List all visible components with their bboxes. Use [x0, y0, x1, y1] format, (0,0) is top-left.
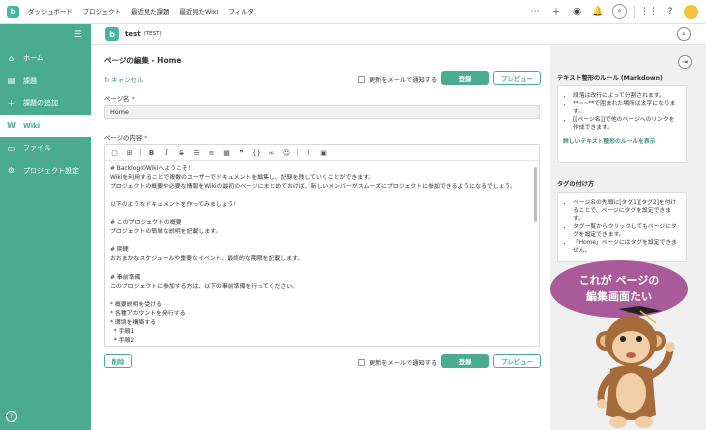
notify-checkbox-bottom[interactable]: 更新をメールで通知する	[358, 358, 437, 367]
checkbox[interactable]	[358, 76, 365, 83]
preview-button[interactable]: プレビュー	[493, 71, 541, 85]
cancel-label: キャンセル	[111, 76, 144, 84]
editor-text[interactable]: # BacklogのWikiへようこそ！ Wikiを利用することで複数のユーザー…	[110, 165, 529, 346]
apps-icon[interactable]: ⋮⋮	[640, 5, 658, 19]
project-name[interactable]: test	[125, 30, 141, 38]
bubble-line: これが ページの	[578, 274, 660, 287]
content-editor[interactable]: ▢ ⊞ B I S ☰ ≡ ▦ ❞ {} ∞ ☺ ⌇ ▣ # BacklogのW…	[104, 144, 540, 347]
numbered-list-icon[interactable]: ≡	[207, 149, 216, 157]
quote-icon[interactable]: ❞	[237, 149, 246, 157]
search-icon[interactable]: ⌕	[677, 27, 691, 41]
tags-item: 「Home」ページにはタグを設定できません。	[573, 239, 680, 255]
gear-icon: ⚙	[7, 166, 16, 176]
nav-dashboard[interactable]: ダッシュボード	[28, 7, 73, 16]
code-icon[interactable]: {}	[252, 149, 261, 157]
nav-filters[interactable]: フィルタ	[228, 7, 253, 16]
sidebar-item-home[interactable]: ⌂ ホーム	[0, 47, 91, 70]
divider	[297, 148, 298, 157]
page-title: ページの編集 - Home	[104, 56, 182, 65]
bullet-list-icon[interactable]: ☰	[192, 149, 201, 157]
template-icon[interactable]: ▢	[110, 149, 119, 157]
more-icon[interactable]: ⋯	[528, 5, 542, 19]
rules-heading: テキスト整形のルール (Markdown)	[557, 75, 663, 82]
collapse-panel-icon[interactable]: ⇥	[678, 55, 692, 69]
search-icon[interactable]: ⌕	[612, 4, 627, 19]
monkey-mascot-image	[596, 306, 675, 428]
main-content: ページの編集 - Home ↻ キャンセル 更新をメールで通知する 登録 プレビ…	[91, 45, 550, 430]
divider	[634, 5, 635, 18]
delete-button[interactable]: 削除	[104, 354, 132, 368]
italic-icon[interactable]: I	[162, 149, 171, 157]
save-button-bottom[interactable]: 登録	[441, 354, 489, 368]
menu-toggle-icon[interactable]: ☰	[74, 30, 82, 40]
project-bar: b test (TEST) ⌕	[91, 24, 706, 45]
code-block-icon[interactable]: ▣	[319, 149, 328, 157]
sidebar-item-label: ホーム	[23, 54, 44, 63]
top-bar: b ダッシュボード プロジェクト 最近見た課題 最近見たWiki フィルタ ⋯ …	[0, 0, 706, 24]
sidebar-item-add-issue[interactable]: ＋ 課題の追加	[0, 92, 91, 115]
insert-template-icon[interactable]: ⊞	[125, 149, 134, 157]
nav-projects[interactable]: プロジェクト	[83, 7, 121, 16]
save-button[interactable]: 登録	[441, 71, 489, 85]
plus-icon: ＋	[7, 98, 16, 108]
page-name-input[interactable]: Home	[104, 105, 540, 119]
plus-icon[interactable]: ＋	[549, 5, 563, 19]
link-icon[interactable]: ∞	[267, 149, 276, 157]
rules-item: [[ページ名]]で他のページへのリンクを作成できます。	[573, 116, 680, 132]
sidebar-item-label: Wiki	[23, 121, 41, 130]
bold-icon[interactable]: B	[147, 149, 156, 157]
checkbox[interactable]	[358, 359, 365, 366]
table-icon[interactable]: ▦	[222, 149, 231, 157]
nav-recent-issues[interactable]: 最近見た課題	[131, 7, 169, 16]
notify-label: 更新をメールで通知する	[369, 360, 438, 367]
backlog-logo[interactable]: b	[7, 5, 19, 18]
bell-icon[interactable]: 🔔	[591, 5, 605, 19]
sidebar-item-files[interactable]: ▭ ファイル	[0, 137, 91, 160]
tags-item: ページ名の先頭に[タグ1][タグ2]を付けることで、ページにタグを設定できます。	[573, 199, 680, 223]
eye-icon[interactable]: ◉	[570, 5, 584, 19]
editor-toolbar: ▢ ⊞ B I S ☰ ≡ ▦ ❞ {} ∞ ☺ ⌇ ▣	[105, 145, 539, 161]
project-key: (TEST)	[143, 31, 162, 37]
tags-heading: タグの付け方	[557, 181, 595, 188]
sidebar-item-issues[interactable]: ▤ 課題	[0, 70, 91, 93]
rules-box: 段落は改行によって分割されます。 **~~**で囲まれた場所は太字になります。 …	[557, 85, 687, 163]
content-label: ページの内容 *	[104, 134, 148, 142]
strikethrough-icon[interactable]: S	[177, 149, 186, 157]
sidebar-item-label: プロジェクト設定	[23, 166, 79, 175]
home-icon: ⌂	[8, 53, 15, 63]
help-icon[interactable]: ?	[6, 411, 17, 422]
divider	[140, 148, 141, 157]
cancel-link[interactable]: ↻ キャンセル	[104, 75, 143, 84]
rules-item: 段落は改行によって分割されます。	[573, 92, 680, 100]
tags-item: タグ一覧からクリックしてもページにタグを設定できます。	[573, 223, 680, 239]
sidebar-item-label: 課題	[23, 76, 37, 85]
top-icons: ⋯ ＋ ◉ 🔔 ⌕ ⋮⋮ ?	[528, 4, 698, 19]
wiki-icon: W	[7, 121, 16, 131]
list-icon: ▤	[7, 76, 16, 86]
rules-item: **~~**で囲まれた場所は太字になります。	[573, 100, 680, 116]
attach-icon[interactable]: ⌇	[304, 149, 313, 157]
bubble-line: 編集画面たい	[586, 290, 652, 303]
sidebar-item-settings[interactable]: ⚙ プロジェクト設定	[0, 160, 91, 183]
nav-recent-wiki[interactable]: 最近見たWiki	[179, 7, 218, 16]
sidebar-item-label: ファイル	[23, 144, 51, 153]
sidebar-item-label: 課題の追加	[23, 99, 58, 108]
notify-checkbox[interactable]: 更新をメールで通知する	[358, 75, 437, 84]
rules-detail-link[interactable]: 詳しいテキスト整形のルールを表示	[563, 138, 680, 146]
sidebar-item-wiki[interactable]: W Wiki	[0, 114, 91, 137]
page-name-label: ページ名 *	[104, 95, 135, 103]
notify-label: 更新をメールで通知する	[369, 77, 438, 84]
project-logo[interactable]: b	[105, 27, 119, 41]
folder-icon: ▭	[7, 143, 16, 153]
scrollbar[interactable]	[534, 167, 537, 222]
preview-button-bottom[interactable]: プレビュー	[493, 354, 541, 368]
sidebar: ☰ ⌂ ホーム ▤ 課題 ＋ 課題の追加 W Wiki ▭ ファイル ⚙ プロジ…	[0, 24, 91, 430]
help-icon[interactable]: ?	[663, 5, 677, 19]
emoji-icon[interactable]: ☺	[282, 149, 291, 157]
top-nav: ダッシュボード プロジェクト 最近見た課題 最近見たWiki フィルタ	[28, 7, 254, 16]
avatar[interactable]	[684, 4, 698, 19]
tags-box: ページ名の先頭に[タグ1][タグ2]を付けることで、ページにタグを設定できます。…	[557, 192, 687, 262]
